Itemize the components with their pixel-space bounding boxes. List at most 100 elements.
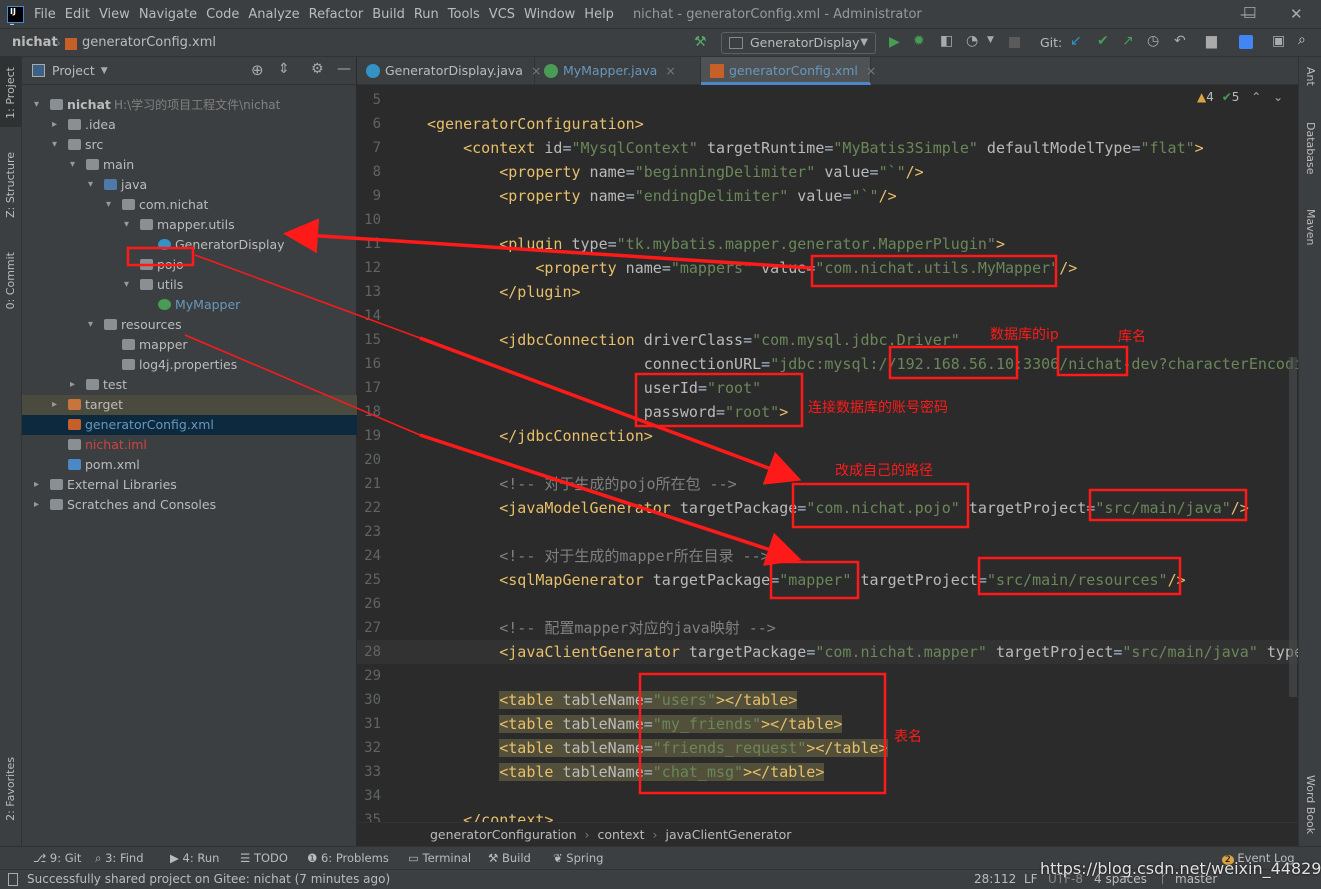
tree-item-mapper[interactable]: mapper: [22, 335, 357, 355]
tool-window-build[interactable]: ⚒ Build: [488, 851, 531, 865]
menu-item-view[interactable]: View: [99, 7, 130, 22]
tree-item-log4j-properties[interactable]: log4j.properties: [22, 355, 357, 375]
terminal-window-icon[interactable]: ▣: [1272, 33, 1285, 49]
chevron-down-icon[interactable]: ▾: [124, 215, 129, 235]
tool-tab-word-book[interactable]: Word Book: [1304, 775, 1317, 834]
close-button[interactable]: ✕: [1290, 5, 1303, 23]
tree-item-main[interactable]: ▾ main: [22, 155, 357, 175]
tab-mymapper-java[interactable]: MyMapper.java ×: [535, 57, 701, 85]
debug-icon[interactable]: ✹: [913, 33, 925, 49]
chevron-down-icon[interactable]: ▾: [88, 315, 93, 335]
menu-item-navigate[interactable]: Navigate: [139, 7, 197, 22]
tree-item-com-nichat[interactable]: ▾ com.nichat: [22, 195, 357, 215]
breadcrumb-javaclientgenerator[interactable]: javaClientGenerator: [666, 827, 792, 842]
run-icon[interactable]: ▶: [889, 34, 900, 50]
breadcrumb-generatorconfiguration[interactable]: generatorConfiguration: [430, 827, 577, 842]
menu-item-vcs[interactable]: VCS: [489, 7, 515, 22]
chevron-right-icon[interactable]: ▸: [52, 115, 57, 135]
menu-item-run[interactable]: Run: [414, 7, 439, 22]
chevron-down-icon[interactable]: ▾: [106, 195, 111, 215]
code-area[interactable]: 5 6 <generatorConfiguration> 7 <context id=…: [357, 88, 1298, 822]
menu-item-analyze[interactable]: Analyze: [248, 7, 299, 22]
breadcrumb-context[interactable]: context: [597, 827, 644, 842]
chevron-right-icon[interactable]: ▸: [34, 495, 39, 515]
menu-item-edit[interactable]: Edit: [65, 7, 90, 22]
chevron-down-icon[interactable]: ▾: [70, 155, 75, 175]
tool-tab-maven[interactable]: Maven: [1304, 209, 1317, 245]
caret-position[interactable]: 28:112: [974, 870, 1016, 889]
tree-item-test[interactable]: ▸ test: [22, 375, 357, 395]
chevron-down-icon[interactable]: ▾: [124, 275, 129, 295]
menu-item-code[interactable]: Code: [206, 7, 239, 22]
menu-item-window[interactable]: Window: [524, 7, 575, 22]
tree-item-src[interactable]: ▾ src: [22, 135, 357, 155]
line-separator[interactable]: LF: [1024, 870, 1038, 889]
tree-item-mapper-utils[interactable]: ▾ mapper.utils: [22, 215, 357, 235]
chevron-down-icon[interactable]: ▼: [987, 35, 994, 45]
tree-item-nichat[interactable]: ▾ nichat H:\学习的项目工程文件\nichat: [22, 95, 357, 115]
status-message[interactable]: Successfully shared project on Gitee: ni…: [27, 870, 390, 889]
breadcrumb-file[interactable]: generatorConfig.xml: [82, 35, 216, 50]
run-config-select[interactable]: GeneratorDisplay ▼: [721, 32, 876, 54]
tool-window-todo[interactable]: ☰ TODO: [240, 851, 288, 865]
stop-icon[interactable]: [1009, 37, 1020, 48]
translate-icon[interactable]: [1239, 35, 1253, 49]
tree-item-java[interactable]: ▾ java: [22, 175, 357, 195]
chevron-right-icon[interactable]: ▸: [70, 375, 75, 395]
chevron-right-icon[interactable]: ▸: [52, 395, 57, 415]
tool-tab-commit[interactable]: 0: Commit: [4, 252, 17, 309]
tree-item-generatordisplay[interactable]: GeneratorDisplay: [22, 235, 357, 255]
tool-window-find[interactable]: ⌕ 3: Find: [95, 851, 144, 866]
tree-item-scratches-and-consoles[interactable]: ▸ Scratches and Consoles: [22, 495, 357, 515]
close-tab-icon[interactable]: ×: [665, 63, 675, 78]
menu-item-build[interactable]: Build: [372, 7, 405, 22]
close-tab-icon[interactable]: ×: [866, 63, 876, 78]
chevron-down-icon[interactable]: ▾: [52, 135, 57, 155]
rollback-icon[interactable]: ↶: [1174, 33, 1186, 49]
tool-tab-favorites[interactable]: 2: Favorites: [4, 757, 17, 821]
history-icon[interactable]: ◷: [1147, 33, 1159, 49]
tree-item-pojo[interactable]: pojo: [22, 255, 357, 275]
status-toggle-icon[interactable]: [8, 873, 18, 886]
profile-icon[interactable]: ◔: [966, 33, 978, 49]
tool-tab-ant[interactable]: Ant: [1304, 67, 1317, 86]
search-icon[interactable]: ⌕: [1298, 32, 1306, 48]
project-structure-icon[interactable]: ▆: [1206, 33, 1217, 49]
menu-item-refactor[interactable]: Refactor: [309, 7, 364, 22]
hide-icon[interactable]: —: [337, 61, 351, 77]
tree-item-target[interactable]: ▸ target: [22, 395, 357, 415]
tree-item-mymapper[interactable]: MyMapper: [22, 295, 357, 315]
editor-scrollbar[interactable]: [1289, 357, 1297, 697]
tree-item-pom-xml[interactable]: pom.xml: [22, 455, 357, 475]
chevron-down-icon[interactable]: ▾: [34, 95, 39, 115]
chevron-right-icon[interactable]: ▸: [34, 475, 39, 495]
tool-window-problems[interactable]: ❶ 6: Problems: [307, 851, 389, 865]
tab-generatordisplay-java[interactable]: GeneratorDisplay.java ×: [357, 57, 541, 85]
git-commit-icon[interactable]: ✔: [1097, 33, 1109, 49]
maximize-button[interactable]: ☐: [1243, 4, 1256, 22]
chevron-down-icon[interactable]: ▾: [88, 175, 93, 195]
collapse-all-icon[interactable]: ⇕: [278, 61, 290, 77]
gear-icon[interactable]: ⚙: [311, 61, 324, 77]
tool-window-run[interactable]: ▶ 4: Run: [170, 851, 219, 865]
menu-item-help[interactable]: Help: [584, 7, 614, 22]
tool-tab-project[interactable]: 1: Project: [4, 67, 17, 119]
tool-tab-structure[interactable]: Z: Structure: [4, 152, 17, 218]
locate-icon[interactable]: ⊕: [251, 61, 264, 79]
coverage-icon[interactable]: ◧: [940, 33, 953, 49]
git-push-icon[interactable]: ↗: [1122, 33, 1134, 49]
tool-tab-database[interactable]: Database: [1304, 122, 1317, 175]
tree-item-utils[interactable]: ▾ utils: [22, 275, 357, 295]
tool-window-spring[interactable]: ❦ Spring: [553, 851, 603, 865]
git-update-icon[interactable]: ↙: [1070, 33, 1082, 49]
tree-item-resources[interactable]: ▾ resources: [22, 315, 357, 335]
tab-generatorconfig-xml[interactable]: generatorConfig.xml ×: [701, 57, 876, 85]
chevron-down-icon[interactable]: ▼: [101, 66, 108, 76]
tree-item-generatorconfig-xml[interactable]: generatorConfig.xml: [22, 415, 357, 435]
menu-item-file[interactable]: File: [34, 7, 56, 22]
build-hammer-icon[interactable]: ⚒: [694, 34, 707, 50]
breadcrumb-project[interactable]: nichat: [12, 35, 58, 50]
menu-item-tools[interactable]: Tools: [448, 7, 480, 22]
tool-window-git[interactable]: ⎇ 9: Git: [33, 851, 81, 865]
tree-item-external-libraries[interactable]: ▸ External Libraries: [22, 475, 357, 495]
